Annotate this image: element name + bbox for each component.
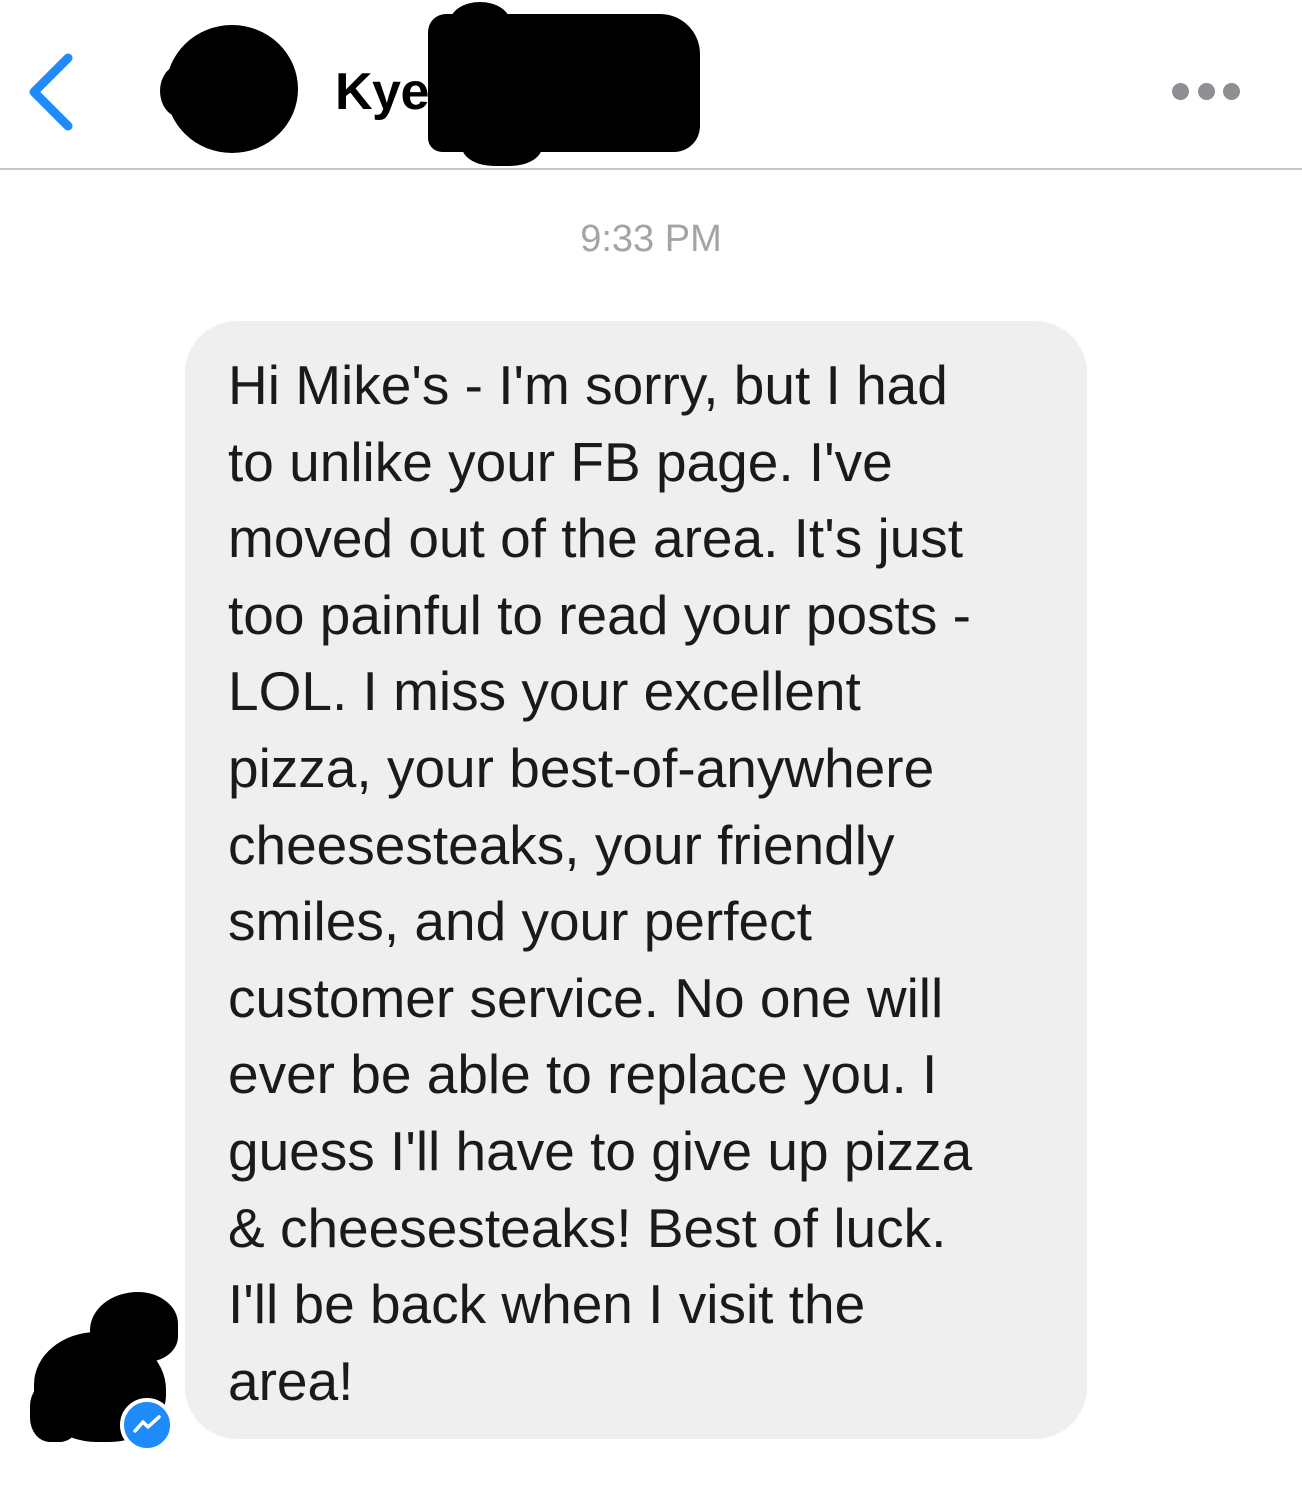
contact-name[interactable]: Kye [335,62,429,122]
avatar-redaction [160,65,200,117]
more-horizontal-icon [1223,82,1240,100]
more-horizontal-icon [1172,82,1189,100]
incoming-message-bubble[interactable]: Hi Mike's - I'm sorry, but I had to unli… [185,321,1087,1439]
more-horizontal-icon [1197,82,1215,100]
avatar-redaction [90,1292,178,1362]
back-button[interactable] [22,50,82,134]
avatar-redaction [30,1382,80,1442]
chevron-left-icon [29,53,73,131]
messenger-icon [120,1398,174,1452]
name-redaction [450,2,510,42]
message-timestamp: 9:33 PM [580,218,722,260]
conversation-header: Kye [0,0,1302,170]
contact-avatar[interactable] [160,25,298,153]
message-text: Hi Mike's - I'm sorry, but I had to unli… [228,354,973,1412]
more-options-button[interactable] [1172,78,1240,104]
name-redaction [462,118,542,166]
